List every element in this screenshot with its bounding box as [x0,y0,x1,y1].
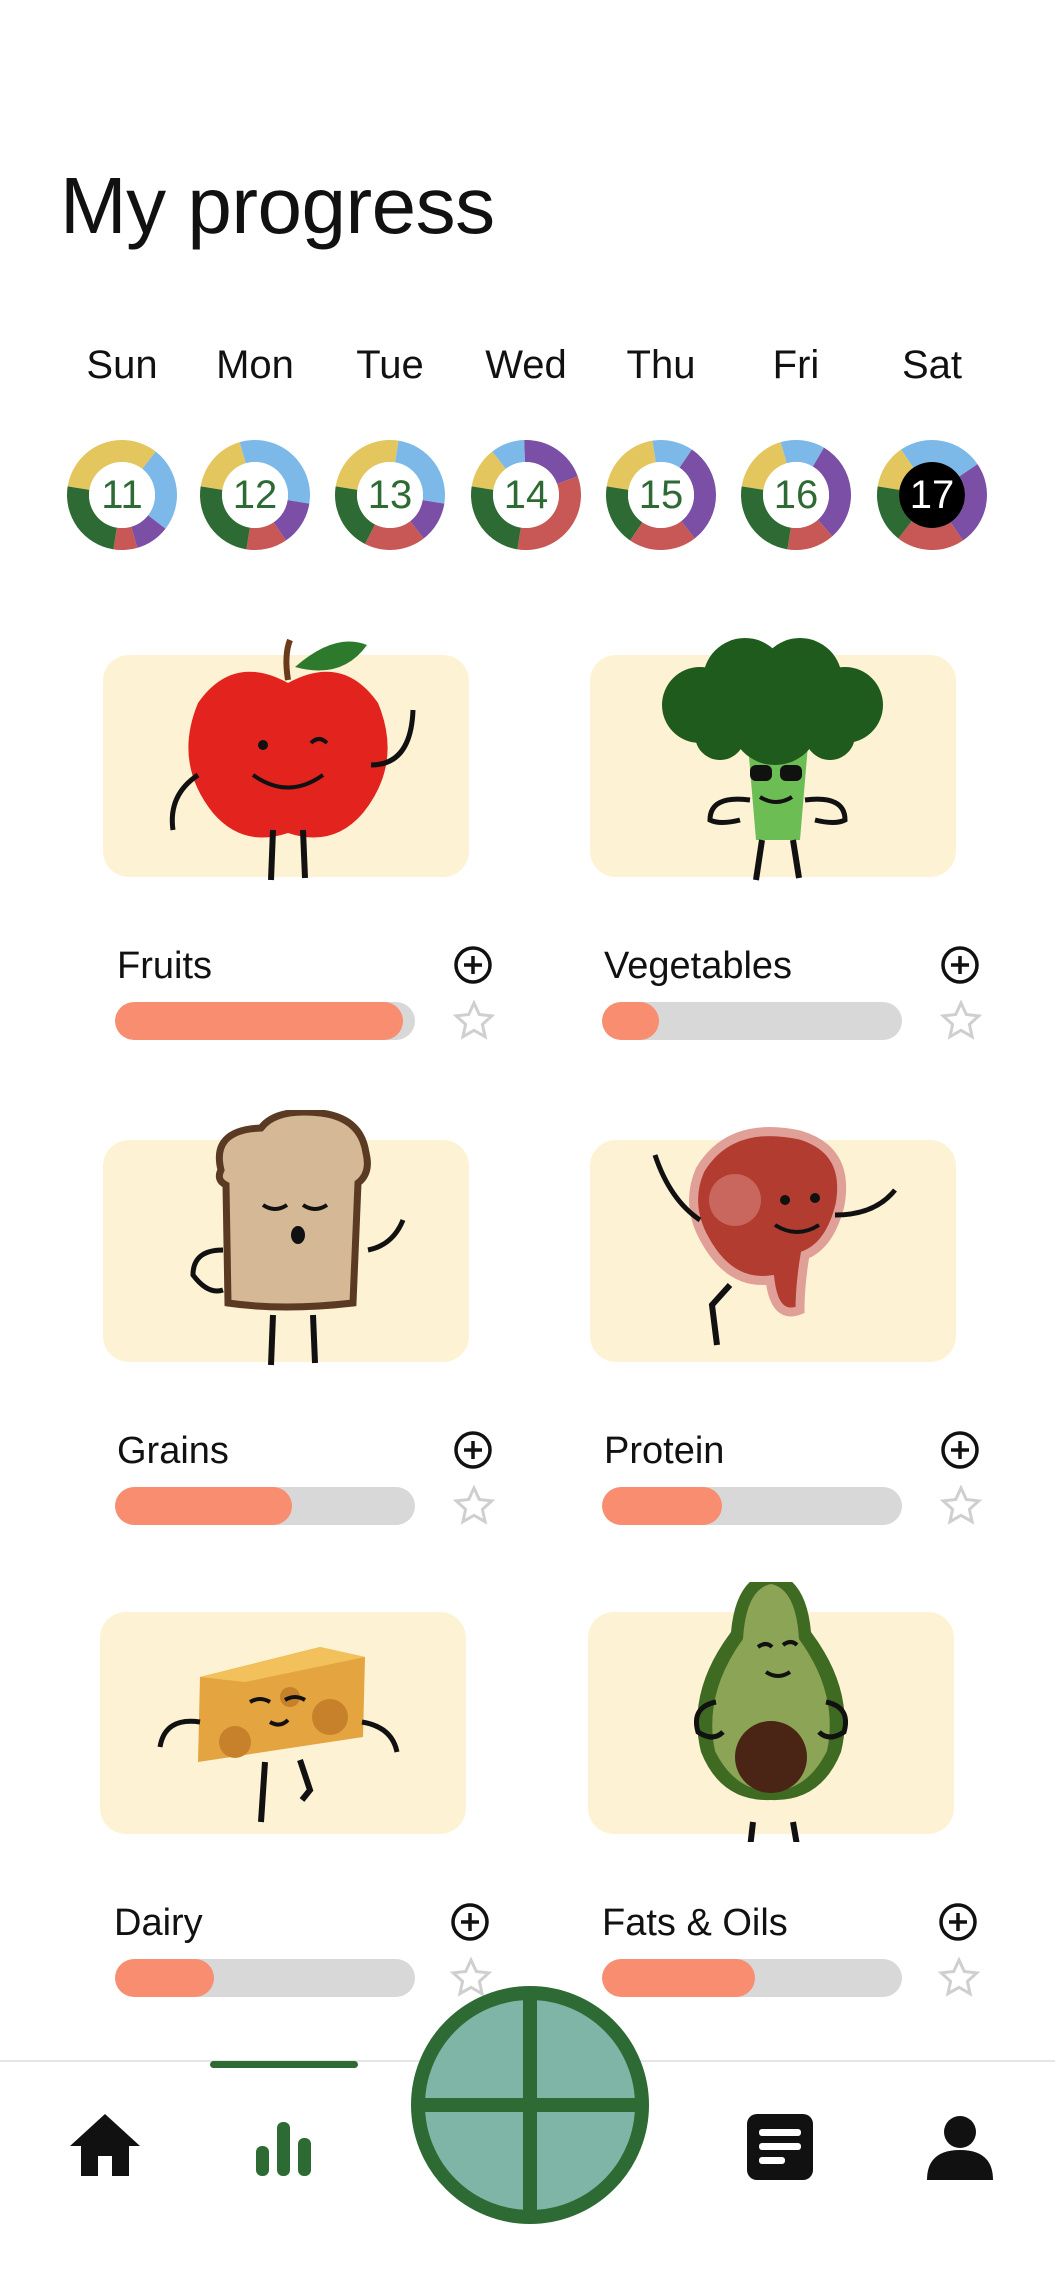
category-label: Protein [604,1430,725,1472]
progress-bar [115,1002,415,1040]
category-card-fruits[interactable]: Fruits [103,638,503,1085]
add-icon[interactable] [453,1430,493,1470]
progress-fill [602,1487,722,1525]
day-sun[interactable]: Sun 11 [57,335,187,550]
date-number: 17 [909,473,955,517]
add-icon[interactable] [940,1430,980,1470]
category-card-vegetables[interactable]: Vegetables [590,638,990,1085]
card-art [103,638,469,881]
journal-icon[interactable] [735,2102,825,2192]
progress-fill [115,1487,292,1525]
add-icon[interactable] [938,1902,978,1942]
date-number: 15 [638,473,684,517]
card-art [588,1582,954,1842]
progress-fill [115,1002,403,1040]
profile-icon[interactable] [915,2102,1005,2192]
card-art [590,638,956,881]
day-label: Sat [901,343,963,387]
date-number: 13 [367,473,413,517]
day-label: Thu [626,343,696,387]
star-icon[interactable] [453,1000,495,1042]
category-label: Vegetables [604,945,793,987]
date-number: 14 [503,473,549,517]
page-title: My progress [60,161,495,250]
category-card-grains[interactable]: Grains [103,1110,503,1570]
progress-bar [602,1002,902,1040]
day-thu[interactable]: Thu 15 [596,335,726,550]
day-mon[interactable]: Mon 12 [190,335,320,550]
date-number: 12 [232,473,278,517]
date-number: 16 [773,473,819,517]
steak-character [652,1127,897,1346]
progress-bar [115,1959,415,1997]
add-icon[interactable] [450,1902,490,1942]
day-label: Wed [485,343,567,387]
add-icon[interactable] [453,945,493,985]
active-tab-indicator [210,2061,358,2068]
day-tue[interactable]: Tue 13 [325,335,455,550]
star-icon[interactable] [940,1000,982,1042]
category-label: Fruits [117,945,212,987]
day-label: Fri [772,343,820,387]
broccoli-character [662,638,883,881]
day-sat[interactable]: Sat 17 [867,335,997,550]
category-label: Grains [117,1430,229,1472]
home-icon[interactable] [60,2102,150,2192]
card-art [100,1612,466,1834]
category-label: Fats & Oils [602,1902,788,1944]
week-strip: Sun 11 Mon 12 Tue 13 Wed 14 Thu 15 Fri 1… [0,335,1055,575]
progress-bar [115,1487,415,1525]
day-label: Sun [86,343,158,387]
day-label: Mon [216,343,294,387]
day-fri[interactable]: Fri 16 [731,335,861,550]
star-icon[interactable] [453,1485,495,1527]
day-label: Tue [356,343,424,387]
day-wed[interactable]: Wed 14 [461,335,591,550]
category-card-fats-oils[interactable]: Fats & Oils [588,1582,988,2042]
star-icon[interactable] [940,1485,982,1527]
toast-character [190,1110,406,1366]
star-icon[interactable] [938,1957,980,1999]
card-art [590,1127,956,1362]
cheese-character [157,1647,400,1823]
plate-icon[interactable] [410,1985,650,2225]
apple-character [169,638,416,881]
date-number: 11 [101,473,143,517]
progress-fill [602,1002,659,1040]
progress-fill [115,1959,214,1997]
chart-icon[interactable] [238,2102,328,2192]
add-icon[interactable] [940,945,980,985]
avocado-character [694,1582,848,1842]
category-card-dairy[interactable]: Dairy [100,1612,500,2042]
progress-bar [602,1487,902,1525]
card-art [103,1110,469,1366]
category-label: Dairy [114,1902,203,1944]
category-card-protein[interactable]: Protein [590,1127,990,1570]
